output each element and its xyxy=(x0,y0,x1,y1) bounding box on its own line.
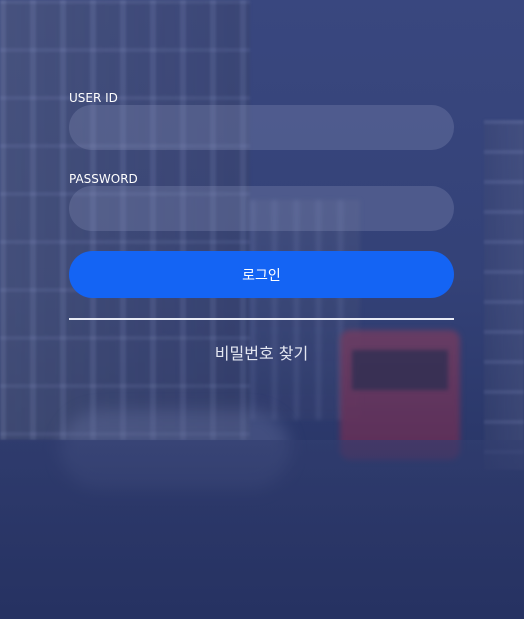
userid-input[interactable] xyxy=(69,105,454,150)
userid-label: USER ID xyxy=(69,91,118,105)
divider xyxy=(69,318,454,320)
background-building-right xyxy=(484,120,524,470)
password-label: PASSWORD xyxy=(69,172,138,186)
login-button[interactable]: 로그인 xyxy=(69,251,454,298)
background-road xyxy=(0,440,524,619)
find-password-link[interactable]: 비밀번호 찾기 xyxy=(69,340,454,364)
password-input[interactable] xyxy=(69,186,454,231)
